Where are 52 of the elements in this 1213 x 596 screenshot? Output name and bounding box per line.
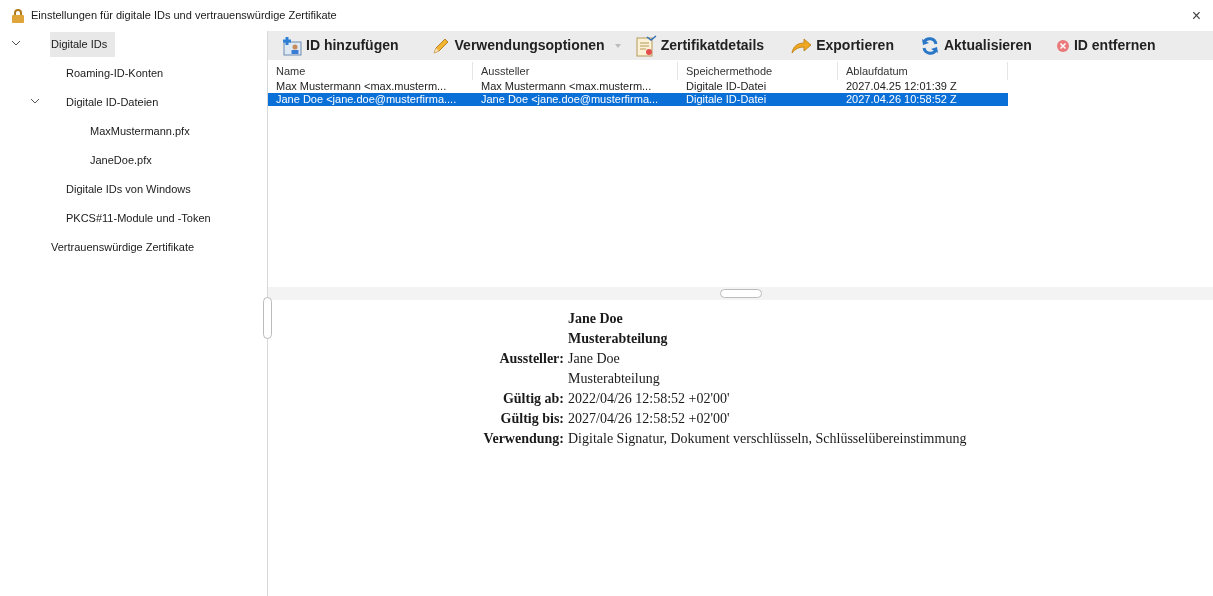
subject-text: Jane Doe	[568, 311, 623, 326]
close-button[interactable]: ×	[1191, 7, 1201, 24]
table-row[interactable]: Max Mustermann <max.musterm... Max Mustermann <max.musterm... Digitale ID-Datei 2027.04.25 12:01:39 Z	[268, 80, 1008, 93]
field-value: 2027/04/26 12:58:52 +02'00'	[568, 411, 730, 426]
tree-item[interactable]: Digitale IDs	[50, 32, 116, 57]
tree-item[interactable]: Vertrauenswürdige Zertifikate	[50, 235, 196, 260]
field-value: Digitale Signatur, Dokument verschlüsseln, Schlüsselübereinstimmung	[568, 431, 967, 446]
tree-item[interactable]: Digitale ID-Dateien	[65, 90, 160, 115]
window-title: Einstellungen für digitale IDs und vertrauenswürdige Zertifikate	[31, 8, 337, 24]
table-cell: Digitale ID-Datei	[686, 80, 767, 92]
field-value: 2022/04/26 12:58:52 +02'00'	[568, 391, 730, 406]
tree-item[interactable]: JaneDoe.pfx	[89, 148, 153, 173]
table-row[interactable]: Jane Doe <jane.doe@musterfirma.... Jane Doe <jane.doe@musterfirma... Digitale ID-Datei 2027.04.26 10:58:52 Z	[268, 93, 1008, 106]
tree-item[interactable]: MaxMustermann.pfx	[89, 119, 191, 144]
column-header[interactable]: Ablaufdatum	[838, 62, 1008, 80]
arrow-icon	[790, 36, 813, 55]
toolbar-button[interactable]: ID hinzufügen	[280, 32, 401, 59]
table-cell: 2027.04.25 12:01:39 Z	[846, 80, 957, 92]
table-cell: Digitale ID-Datei	[686, 93, 767, 105]
table-cell: Max Mustermann <max.musterm...	[276, 80, 447, 92]
subject-text: Musterabteilung	[568, 331, 668, 346]
tree-item[interactable]: PKCS#11-Module und -Token	[65, 206, 212, 231]
column-header[interactable]: Name	[268, 62, 473, 80]
tree-item[interactable]: Roaming-ID-Konten	[65, 61, 165, 86]
grip-handle[interactable]	[263, 297, 272, 339]
field-label: Aussteller:	[499, 351, 564, 366]
certificate-icon	[634, 34, 657, 57]
refresh-icon	[919, 35, 940, 56]
field-value: Jane Doe	[568, 351, 620, 366]
column-header[interactable]: Speichermethode	[678, 62, 838, 80]
id-card-add-icon	[282, 35, 302, 56]
table-cell: Jane Doe <jane.doe@musterfirma...	[481, 93, 659, 105]
field-label: Gültig bis:	[500, 411, 564, 426]
chevron-icon[interactable]	[30, 98, 40, 104]
table-cell: 2027.04.26 10:58:52 Z	[846, 93, 957, 105]
toolbar-button[interactable]: Verwendungsoptionen	[428, 32, 623, 59]
field-label: Gültig ab:	[502, 391, 564, 406]
tree-item[interactable]: Digitale IDs von Windows	[65, 177, 192, 202]
remove-icon	[1055, 38, 1070, 53]
toolbar-button[interactable]: Zertifikatdetails	[632, 32, 767, 59]
field-label: Verwendung:	[483, 431, 564, 446]
toolbar-button[interactable]: Aktualisieren	[917, 32, 1034, 59]
grip-handle[interactable]	[719, 289, 762, 298]
table-cell: Max Mustermann <max.musterm...	[481, 80, 652, 92]
table-cell: Jane Doe <jane.doe@musterfirma....	[276, 93, 457, 105]
toolbar-button[interactable]: ID entfernen	[1053, 32, 1158, 59]
chevron-icon[interactable]	[11, 40, 21, 46]
column-header[interactable]: Aussteller	[473, 62, 678, 80]
field-value: Musterabteilung	[568, 371, 660, 386]
splitter-bar[interactable]	[268, 287, 1213, 300]
lock-icon	[10, 7, 26, 24]
toolbar-button[interactable]: Exportieren	[788, 32, 896, 59]
